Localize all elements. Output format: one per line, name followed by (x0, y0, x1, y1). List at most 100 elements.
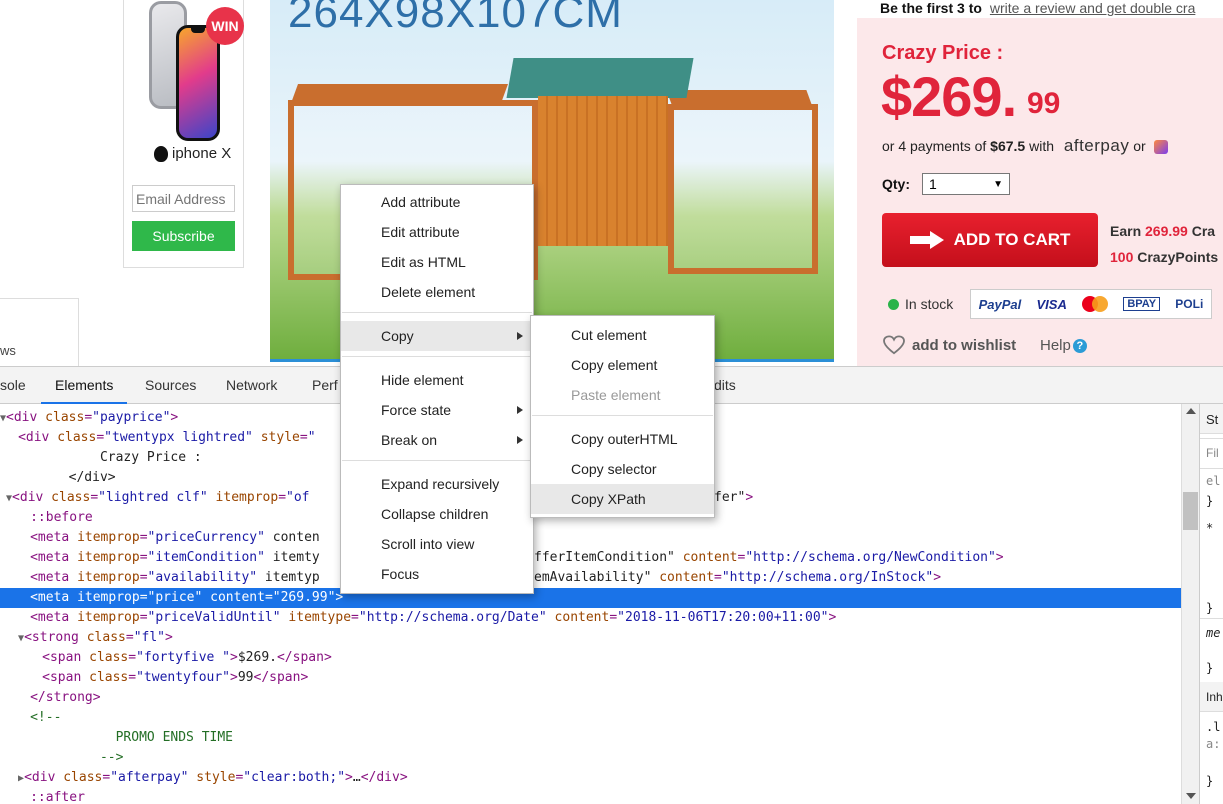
submenu-item-paste-element: Paste element (571, 387, 661, 403)
dom-indent (0, 513, 30, 524)
menu-item-expand-recursively[interactable]: Expand recursively (341, 469, 533, 499)
style-rule-brace: } (1206, 601, 1214, 615)
qty-select[interactable]: 1 ▼ (922, 173, 1010, 195)
review-link[interactable]: write a review and get double cra (990, 0, 1195, 16)
styles-filter-input[interactable]: Fil (1206, 446, 1219, 460)
promo-card[interactable]: WIN iphone X Subscribe (123, 0, 244, 268)
menu-item-force-state[interactable]: Force state (341, 395, 533, 425)
menu-item-edit-as-html[interactable]: Edit as HTML (341, 247, 533, 277)
dom-node[interactable]: <meta itemprop="priceCurrency" conten (0, 528, 1181, 548)
dom-node[interactable]: <span class="twentyfour">99</span> (0, 668, 1181, 688)
menu-item-break-on-label: Break on (381, 432, 438, 448)
screen: WIN iphone X Subscribe ws 264X98X107CM B… (0, 0, 1223, 804)
menu-item-focus[interactable]: Focus (341, 559, 533, 589)
menu-item-break-on[interactable]: Break on (341, 425, 533, 455)
payment-logos: PayPal VISA BPAY POLi (970, 289, 1212, 319)
subscribe-button[interactable]: Subscribe (132, 221, 235, 251)
tab-sources[interactable]: Sources (145, 377, 196, 393)
help-label: Help (1040, 337, 1071, 354)
tab-audits[interactable]: dits (714, 377, 736, 393)
dom-indent (0, 713, 30, 724)
submenu-item-copy-xpath[interactable]: Copy XPath (531, 484, 714, 514)
coop-house-roof (506, 58, 694, 98)
add-to-cart-label: ADD TO CART (953, 230, 1071, 249)
product-page: WIN iphone X Subscribe ws 264X98X107CM B… (0, 0, 1223, 366)
submenu-item-cut-element[interactable]: Cut element (531, 320, 714, 350)
expand-triangle-icon[interactable]: ▶ (0, 773, 24, 784)
tab-console[interactable]: sole (0, 377, 26, 393)
bpay-logo: BPAY (1123, 297, 1161, 311)
scroll-down-icon[interactable] (1186, 793, 1196, 799)
afterpay-logo[interactable]: afterpay (1064, 136, 1129, 155)
dom-node-selected[interactable]: <meta itemprop="price" content="269.99"> (0, 588, 1181, 608)
style-rule-selector: el (1206, 474, 1221, 488)
coop-house (538, 96, 668, 246)
menu-item-edit-attribute[interactable]: Edit attribute (341, 217, 533, 247)
scroll-up-icon[interactable] (1186, 408, 1196, 414)
dom-scrollbar[interactable] (1181, 404, 1199, 804)
earn-amount: 269.99 (1145, 223, 1188, 239)
dom-node[interactable]: <span class="fortyfive ">$269.</span> (0, 648, 1181, 668)
dom-indent (0, 653, 42, 664)
email-field[interactable] (132, 185, 235, 212)
dom-node[interactable]: --> (0, 748, 1181, 768)
menu-item-copy-label: Copy (381, 328, 414, 344)
menu-item-add-attribute[interactable]: Add attribute (341, 187, 533, 217)
menu-item-delete-element[interactable]: Delete element (341, 277, 533, 307)
dom-node[interactable]: ▶<div class="afterpay" style="clear:both… (0, 768, 1181, 788)
zip-logo-icon[interactable] (1153, 140, 1168, 155)
submenu-item-copy-element[interactable]: Copy element (531, 350, 714, 380)
tab-performance[interactable]: Perf (312, 377, 338, 393)
visa-logo: VISA (1036, 296, 1067, 312)
style-rule-selector: * (1206, 521, 1214, 535)
coop-run-right (668, 104, 818, 274)
menu-separator (532, 415, 713, 416)
styles-divider (1200, 438, 1223, 439)
dom-node[interactable]: <!-- (0, 708, 1181, 728)
menu-item-collapse-children[interactable]: Collapse children (341, 499, 533, 529)
phone-front-image (176, 25, 220, 141)
dom-node-text-fragment: emAvailability" content="http://schema.o… (534, 570, 942, 585)
add-to-wishlist-link[interactable]: add to wishlist (882, 335, 1016, 355)
collapse-triangle-icon[interactable]: ▼ (0, 633, 24, 644)
payments-or: or (1133, 138, 1146, 154)
left-panel-stub: ws (0, 298, 79, 366)
add-to-cart-button[interactable]: ADD TO CART (882, 213, 1098, 267)
mastercard-logo-icon (1082, 296, 1109, 312)
scroll-thumb[interactable] (1183, 492, 1198, 530)
iphone-label-text: iphone X (172, 145, 232, 162)
menu-item-copy[interactable]: Copy (341, 321, 533, 351)
dom-node-text: <div class="payprice"> (6, 410, 179, 425)
styles-tab[interactable]: St (1206, 412, 1218, 427)
price-main: $269. (881, 65, 1017, 128)
collapse-triangle-icon[interactable]: ▼ (0, 493, 12, 504)
dom-node-text: ::after (30, 790, 85, 804)
dom-node-text: ::before (30, 510, 93, 525)
tab-elements[interactable]: Elements (41, 367, 128, 404)
dom-node-text: <meta itemprop="price" content="269.99"> (30, 590, 344, 605)
menu-separator (342, 460, 532, 461)
dom-node[interactable]: <meta itemprop="priceValidUntil" itemtyp… (0, 608, 1181, 628)
dom-node-text: <!-- (30, 710, 62, 725)
menu-item-hide-element[interactable]: Hide element (341, 365, 533, 395)
dom-node-text: </strong> (30, 690, 101, 705)
qty-value: 1 (929, 176, 937, 192)
dom-node-text: <span class="fortyfive ">$269.</span> (42, 650, 332, 665)
dom-node[interactable]: ::after (0, 788, 1181, 804)
submenu-item-copy-selector[interactable]: Copy selector (531, 454, 714, 484)
dom-node[interactable]: PROMO ENDS TIME (0, 728, 1181, 748)
styles-divider (1200, 618, 1223, 619)
tab-network[interactable]: Network (226, 377, 277, 393)
help-link[interactable]: Help ? (1040, 337, 1087, 354)
style-rule-selector: me (1206, 626, 1221, 640)
win-badge: WIN (206, 7, 244, 45)
menu-item-scroll-into-view[interactable]: Scroll into view (341, 529, 533, 559)
dom-node[interactable]: ▼<strong class="fl"> (0, 628, 1181, 648)
review-prefix: Be the first 3 to (880, 0, 982, 16)
dom-node[interactable]: </strong> (0, 688, 1181, 708)
style-rule-brace: } (1206, 774, 1214, 788)
dom-indent (0, 673, 42, 684)
submenu-arrow-icon (517, 406, 523, 414)
submenu-item-copy-outerhtml[interactable]: Copy outerHTML (531, 424, 714, 454)
dom-node-text-fragment: fferItemCondition" content="http://schem… (534, 550, 1004, 565)
